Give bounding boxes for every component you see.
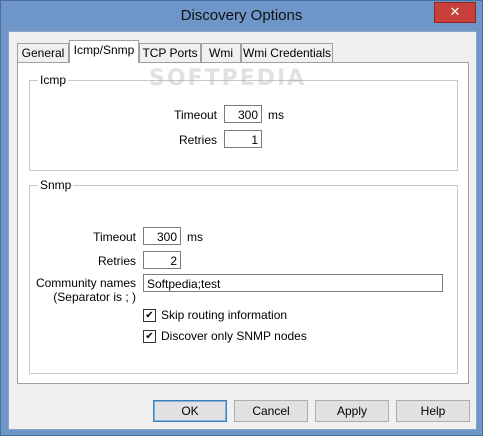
apply-button[interactable]: Apply [315, 400, 389, 422]
tab-icmp-snmp[interactable]: Icmp/Snmp [69, 40, 139, 63]
icmp-timeout-field[interactable]: 300 [224, 105, 262, 123]
dialog-client-area: General Icmp/Snmp TCP Ports Wmi Wmi Cred… [8, 31, 477, 430]
snmp-group-caption: Snmp [38, 178, 74, 192]
close-button[interactable]: ✕ [434, 2, 476, 23]
icmp-retries-label: Retries [178, 133, 217, 147]
community-names-field[interactable]: Softpedia;test [143, 274, 443, 292]
cancel-button[interactable]: Cancel [234, 400, 308, 422]
snmp-timeout-label: Timeout [93, 230, 136, 244]
community-names-label: Community names [35, 276, 136, 290]
icmp-group: Icmp Timeout 300 ms Retries 1 [29, 73, 458, 171]
skip-routing-checkbox[interactable]: ✔ [143, 309, 156, 322]
community-separator-hint: (Separator is ; ) [53, 290, 136, 304]
ok-button[interactable]: OK [153, 400, 227, 422]
tab-wmi[interactable]: Wmi [201, 43, 241, 62]
icmp-timeout-label: Timeout [174, 108, 217, 122]
checkmark-icon: ✔ [145, 331, 154, 342]
snmp-group: Snmp Timeout 300 ms Retries 2 Community … [29, 178, 458, 374]
dialog-window: Discovery Options ✕ General Icmp/Snmp TC… [0, 0, 483, 436]
close-icon: ✕ [449, 5, 461, 20]
discover-snmp-only-checkbox[interactable]: ✔ [143, 330, 156, 343]
tab-tcp-ports[interactable]: TCP Ports [139, 43, 201, 62]
icmp-group-caption: Icmp [38, 73, 69, 87]
snmp-timeout-field[interactable]: 300 [143, 227, 181, 245]
snmp-timeout-unit: ms [187, 230, 203, 244]
discover-snmp-only-label[interactable]: Discover only SNMP nodes [161, 329, 307, 343]
tab-general[interactable]: General [17, 43, 69, 62]
window-title: Discovery Options [180, 7, 303, 24]
skip-routing-label[interactable]: Skip routing information [161, 308, 287, 322]
icmp-timeout-unit: ms [268, 108, 284, 122]
icmp-snmp-panel: Icmp Timeout 300 ms Retries 1 Snmp Timeo… [17, 62, 469, 384]
checkmark-icon: ✔ [145, 310, 154, 321]
icmp-retries-field[interactable]: 1 [224, 130, 262, 148]
snmp-retries-label: Retries [97, 254, 136, 268]
tab-wmi-credentials[interactable]: Wmi Credentials [241, 43, 333, 62]
title-bar[interactable]: Discovery Options ✕ [1, 1, 482, 31]
help-button[interactable]: Help [396, 400, 470, 422]
snmp-retries-field[interactable]: 2 [143, 251, 181, 269]
